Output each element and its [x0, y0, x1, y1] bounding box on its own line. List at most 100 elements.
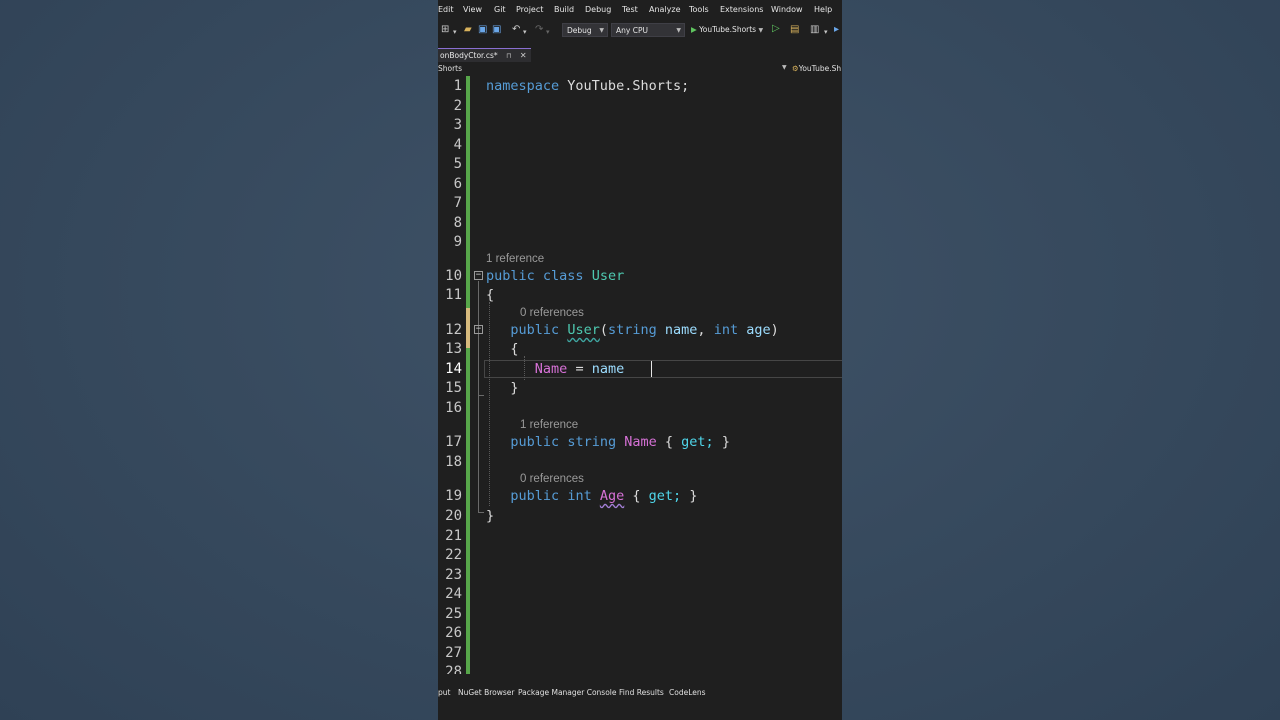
chevron-down-icon[interactable]: ▼	[782, 64, 787, 71]
accessor: get;	[681, 434, 714, 450]
keyword: public	[510, 322, 560, 338]
line-number: 2	[453, 97, 462, 114]
menu-analyze[interactable]: Analyze	[649, 5, 681, 14]
menu-test[interactable]: Test	[622, 5, 638, 14]
collapse-icon[interactable]: −	[474, 271, 483, 280]
tab-nuget-browser[interactable]: NuGet Browser	[458, 688, 515, 697]
line-number: 19	[445, 488, 462, 504]
keyword: class	[542, 268, 584, 284]
parameter-name: age	[746, 322, 771, 338]
property-name: Age	[599, 488, 625, 504]
codelens-references[interactable]: 0 references	[520, 307, 584, 319]
codelens-references[interactable]: 0 references	[520, 473, 584, 485]
document-tab-strip: onBodyCtor.cs* ⊓ ✕	[438, 46, 842, 63]
paren: (	[599, 322, 608, 338]
open-folder-icon[interactable]: ▰	[464, 24, 472, 36]
solution-configuration-select[interactable]: Debug ▼	[562, 23, 608, 37]
tab-find-results[interactable]: Find Results	[619, 688, 664, 697]
menu-view[interactable]: View	[463, 5, 482, 14]
line-number: 24	[445, 586, 462, 602]
constructor-name: User	[567, 322, 600, 338]
line-number: 27	[445, 644, 462, 661]
menu-project[interactable]: Project	[516, 5, 543, 14]
code-line-13: {	[486, 340, 518, 358]
undo-icon[interactable]: ↶	[512, 24, 520, 36]
tab-codelens[interactable]: CodeLens	[669, 688, 706, 697]
codelens-references[interactable]: 1 reference	[486, 253, 544, 265]
type-dropdown-label: YouTube.Sh	[798, 64, 842, 73]
start-debugging-button[interactable]: ▶ YouTube.Shorts ▼	[691, 23, 763, 37]
change-marker-unsaved	[466, 308, 470, 348]
menu-help[interactable]: Help	[814, 5, 832, 14]
menu-git[interactable]: Git	[494, 5, 506, 14]
outline-line	[478, 281, 479, 512]
brace: {	[486, 287, 495, 303]
menu-build[interactable]: Build	[554, 5, 574, 14]
line-number: 20	[445, 508, 462, 524]
parameter-name: name	[591, 361, 625, 377]
line-number: 12	[445, 322, 462, 338]
type-dropdown[interactable]: ⚙YouTube.Sh	[792, 64, 841, 73]
redo-dropdown-icon[interactable]: ▾	[546, 26, 550, 38]
property-name: Name	[534, 361, 568, 377]
layout-icon[interactable]: ▥	[810, 24, 819, 36]
dropdown-arrow-icon[interactable]: ▾	[453, 26, 457, 38]
code-line-17: public string Name { get; }	[486, 433, 730, 451]
save-icon[interactable]: ▣	[478, 24, 487, 36]
paren: )	[770, 322, 779, 338]
code-line-14: Name = name	[486, 360, 624, 378]
brace: }	[689, 488, 698, 504]
overflow-icon[interactable]: ▸	[834, 24, 839, 36]
menu-extensions[interactable]: Extensions	[720, 5, 763, 14]
code-line-10: public class User	[486, 267, 624, 285]
undo-dropdown-icon[interactable]: ▾	[523, 26, 527, 38]
solution-platform-select[interactable]: Any CPU ▼	[611, 23, 685, 37]
chevron-down-icon: ▼	[758, 27, 764, 34]
hot-reload-icon[interactable]: ▤	[790, 24, 799, 36]
code-line-19: public int Age { get; }	[486, 487, 697, 505]
line-number: 9	[453, 234, 462, 250]
code-line-12: public User(string name, int age)	[486, 321, 779, 339]
collapse-icon[interactable]: −	[474, 325, 483, 334]
line-number: 15	[445, 380, 462, 396]
code-editor[interactable]: 1 2 3 4 5 6 7 8 9 10 11 12 13 14 15 16 17 18 19 20 21 22 23 24 2…	[438, 76, 842, 674]
new-project-icon[interactable]: ⊞	[441, 24, 449, 36]
keyword: public	[510, 434, 560, 450]
dropdown-arrow-icon[interactable]: ▾	[824, 26, 828, 38]
tab-output[interactable]: put	[438, 688, 450, 697]
redo-icon[interactable]: ↷	[535, 24, 543, 36]
start-without-debugging-icon[interactable]: ▷	[772, 23, 780, 35]
keyword: int	[713, 322, 739, 338]
save-all-icon[interactable]: ▣	[492, 24, 501, 36]
chevron-down-icon: ▼	[599, 27, 604, 34]
codelens-references[interactable]: 1 reference	[520, 419, 578, 431]
startup-project-label: YouTube.Shorts	[699, 25, 757, 34]
document-tab[interactable]: onBodyCtor.cs* ⊓ ✕	[438, 48, 531, 62]
brace: }	[486, 508, 495, 524]
menu-window[interactable]: Window	[771, 5, 803, 14]
outline-line	[478, 335, 479, 395]
close-icon[interactable]: ✕	[520, 51, 527, 60]
comma: ,	[697, 322, 706, 338]
tab-package-manager-console[interactable]: Package Manager Console	[518, 688, 617, 697]
line-number: 22	[445, 547, 462, 563]
solution-platform-value: Any CPU	[616, 26, 648, 35]
pin-icon[interactable]: ⊓	[506, 52, 511, 60]
project-dropdown[interactable]: Shorts	[438, 64, 462, 73]
menu-tools[interactable]: Tools	[689, 5, 709, 14]
outline-end	[478, 512, 484, 513]
bottom-panel-tabs: put NuGet Browser Package Manager Consol…	[438, 684, 842, 700]
property-name: Name	[624, 434, 657, 450]
class-name: User	[591, 268, 625, 284]
keyword: int	[567, 488, 592, 504]
menu-edit[interactable]: Edit	[438, 5, 454, 14]
line-number: 10	[445, 268, 462, 284]
line-number: 18	[445, 454, 462, 470]
chevron-down-icon: ▼	[676, 27, 681, 34]
line-number: 3	[453, 117, 462, 133]
code-line-20: }	[486, 507, 494, 525]
menu-debug[interactable]: Debug	[585, 5, 611, 14]
document-tab-title: onBodyCtor.cs*	[440, 51, 498, 60]
brace: }	[721, 434, 730, 450]
text-caret	[651, 361, 652, 377]
